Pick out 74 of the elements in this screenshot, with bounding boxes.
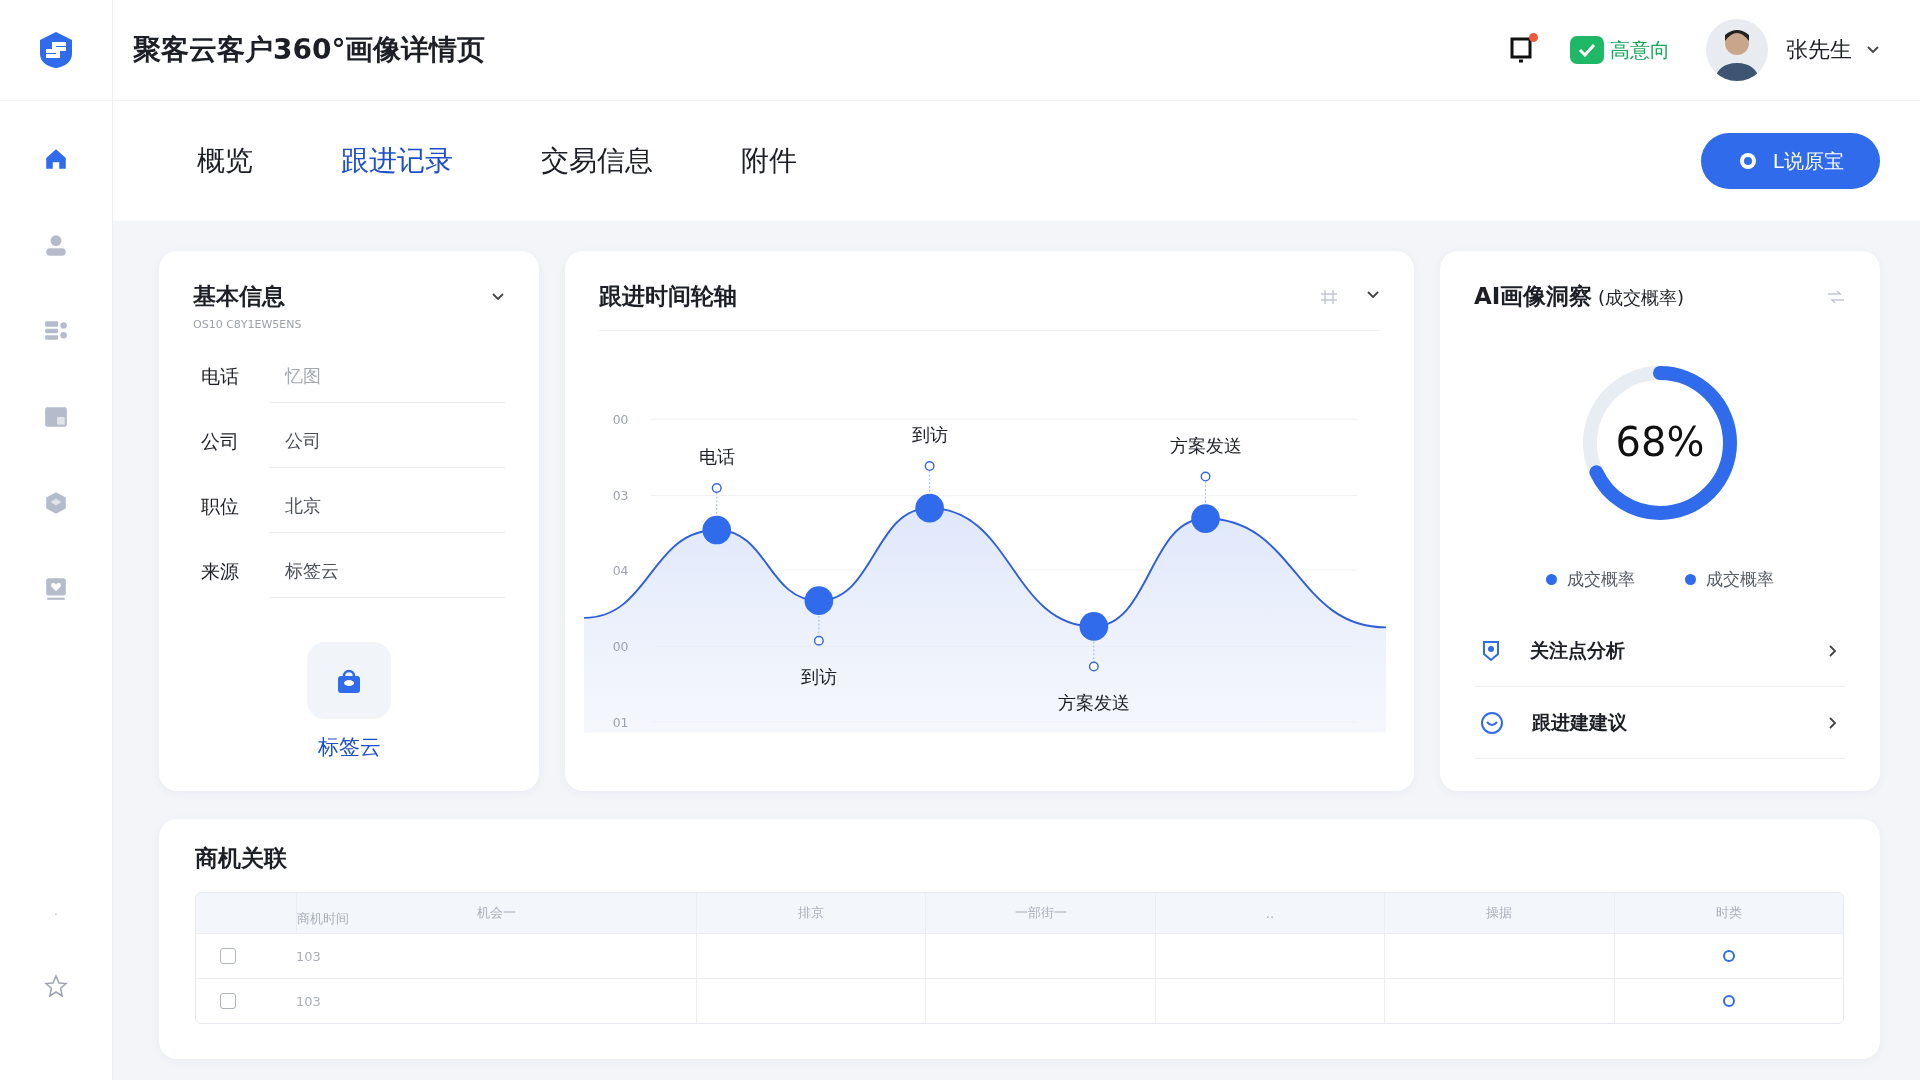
check-icon (1578, 43, 1596, 57)
field-label: 电话 (200, 363, 240, 389)
action-button[interactable]: L说原宝 (1700, 133, 1880, 189)
column-header: 排京 (798, 904, 825, 922)
tag-cloud-button[interactable] (307, 642, 391, 720)
marker-ring (924, 461, 935, 472)
point-label: 方案发送 (1057, 691, 1130, 713)
insight-link[interactable]: 关注点分析 (1474, 615, 1846, 687)
leader-line (716, 492, 718, 516)
field-label: 公司 (200, 428, 240, 454)
notification-button[interactable] (1508, 35, 1536, 65)
marker-ring (1088, 661, 1099, 672)
axis-label: 00 (612, 412, 629, 427)
column-header: 时类 (1715, 904, 1742, 922)
marker-ring (813, 635, 824, 646)
smile-icon (1480, 710, 1504, 735)
leader-line (1205, 480, 1206, 504)
timeline-point[interactable] (1191, 504, 1220, 533)
row-checkbox[interactable] (220, 948, 236, 964)
leader-line (818, 615, 820, 637)
table-cell: 103 (296, 993, 321, 1009)
logo-icon (38, 31, 74, 69)
point-label: 到访 (911, 424, 948, 446)
panel-icon (43, 404, 69, 430)
field-label: 来源 (200, 558, 240, 584)
column-header: 操据 (1486, 904, 1513, 922)
row-checkbox[interactable] (220, 993, 236, 1009)
leader-line (929, 470, 931, 494)
tab[interactable]: 概览 (173, 134, 277, 188)
cube-icon (43, 490, 69, 516)
point-label: 到访 (800, 665, 837, 687)
field-value: 北京 (269, 480, 505, 534)
tag-cloud-label: 标签云 (316, 734, 382, 762)
tab[interactable]: 跟进记录 (317, 134, 477, 188)
marker-ring (1200, 471, 1211, 482)
probability-reading: 68% (1615, 419, 1705, 465)
page-title: 聚客云客户360°画像详情页 (133, 32, 487, 68)
timeline-point[interactable] (702, 515, 732, 545)
field-label: 职位 (200, 493, 240, 519)
tab[interactable]: 交易信息 (517, 134, 677, 188)
card-title: 基本信息 (193, 282, 285, 311)
axis-label: 04 (612, 562, 629, 578)
axis-label: 00 (612, 639, 629, 655)
tab[interactable]: 附件 (717, 134, 821, 188)
card-subtitle: OS10 C8Y1EW5ENS (193, 318, 303, 331)
card-title: 跟进时间轮轴 (599, 282, 737, 311)
insight-link[interactable]: 跟进建建议 (1474, 687, 1846, 759)
sidebar-dot: · (54, 908, 58, 922)
heart-card-icon (43, 576, 69, 602)
field-value: 标签云 (269, 545, 505, 599)
swap-icon[interactable] (1826, 288, 1846, 305)
user-icon (43, 232, 69, 258)
adjust-icon[interactable] (1320, 287, 1338, 306)
point-label: 电话 (698, 446, 735, 468)
legend-label: 成交概率 (1706, 568, 1774, 591)
legend-label: 成交概率 (1567, 568, 1635, 591)
timeline-point[interactable] (915, 493, 944, 523)
column-header: .. (1265, 905, 1275, 921)
card-title: AI画像洞察 (成交概率) (1474, 282, 1685, 311)
timeline-point[interactable] (804, 586, 834, 615)
first-column-header: 商机时间 (297, 910, 349, 928)
point-label: 方案发送 (1169, 434, 1242, 456)
timeline-point[interactable] (1079, 612, 1109, 641)
star-icon (44, 974, 68, 998)
axis-label: 01 (612, 714, 629, 730)
card-title: 商机关联 (195, 844, 288, 873)
leader-line (1093, 641, 1095, 663)
marker-ring (711, 482, 722, 493)
field-value: 公司 (269, 415, 505, 469)
table-cell: 103 (296, 948, 321, 964)
intent-label: 高意向 (1610, 36, 1670, 64)
badge-icon (1480, 638, 1502, 663)
user-name[interactable]: 张先生 (1786, 35, 1852, 65)
axis-label: 03 (612, 488, 629, 504)
